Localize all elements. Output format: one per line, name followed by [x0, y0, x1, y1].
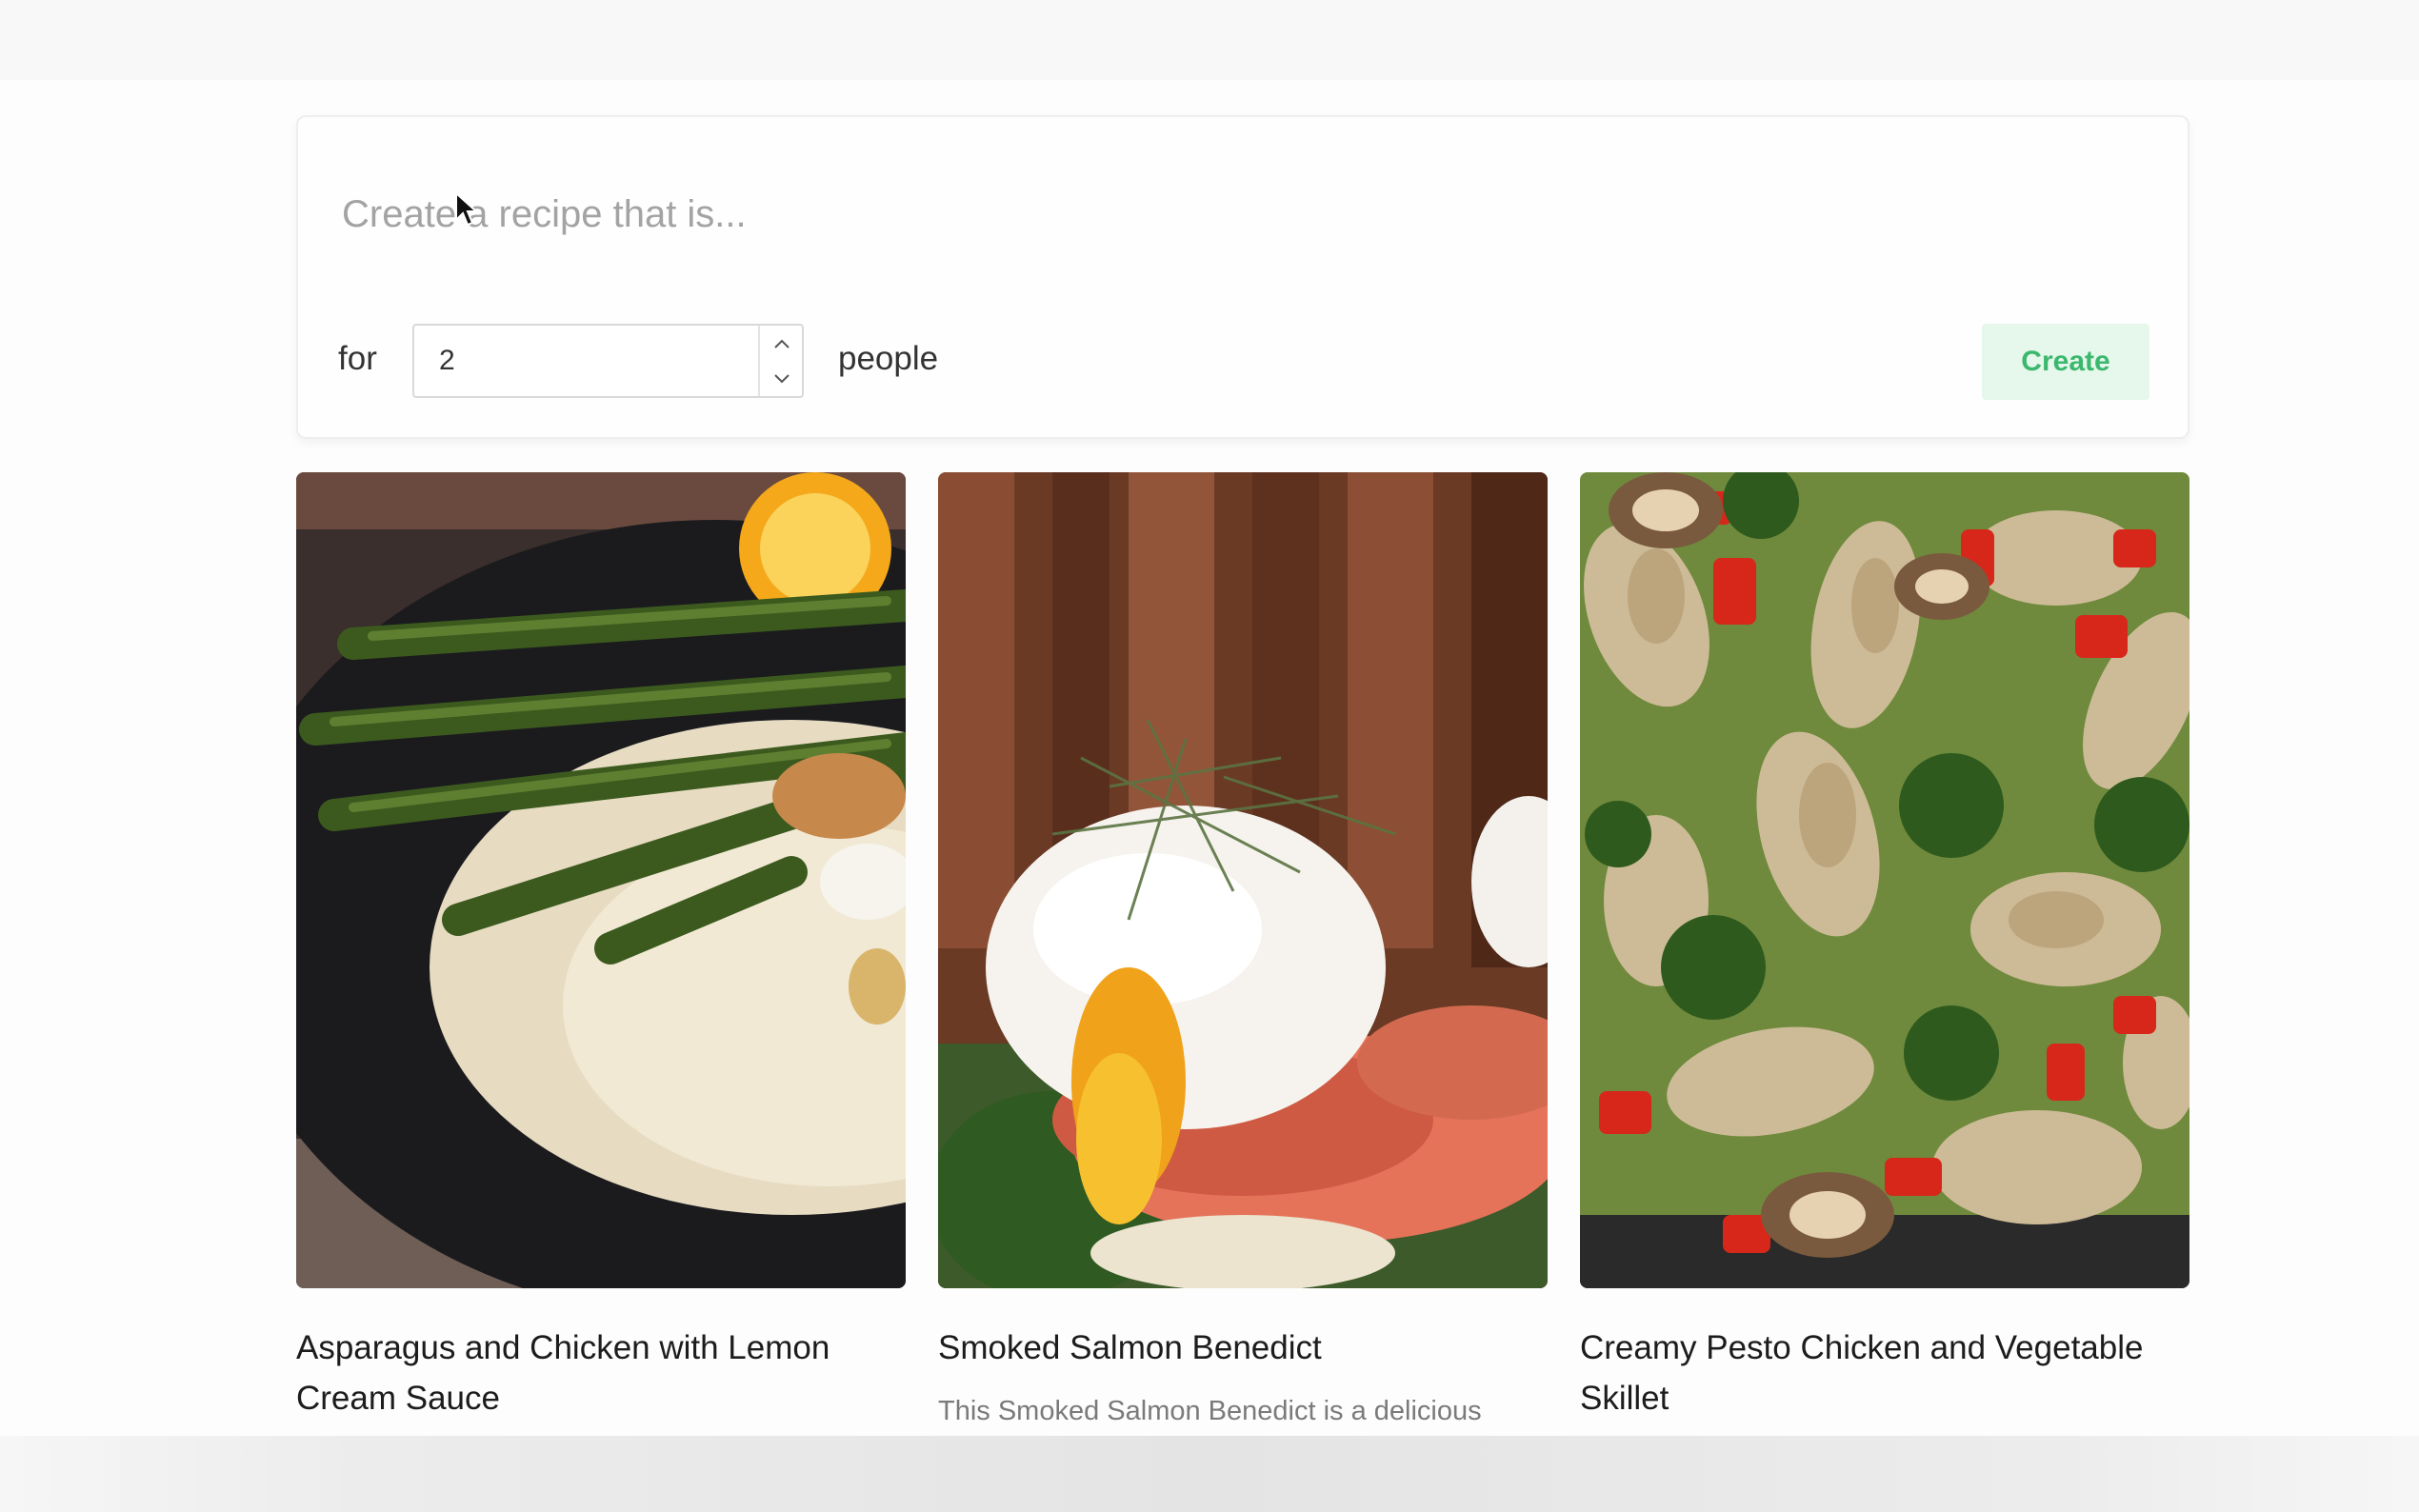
recipe-image-asparagus[interactable]	[296, 472, 906, 1288]
recipe-title[interactable]: Smoked Salmon Benedict	[938, 1323, 1548, 1373]
for-label: for	[338, 340, 377, 377]
top-bar	[0, 0, 2419, 80]
servings-value[interactable]: 2	[439, 345, 455, 377]
recipe-creator-panel: for 2 people Create	[296, 115, 2189, 439]
recipe-title[interactable]: Asparagus and Chicken with Lemon Cream S…	[296, 1323, 906, 1423]
create-button[interactable]: Create	[1982, 324, 2149, 400]
recipe-prompt-input[interactable]	[342, 186, 2113, 243]
recipe-image-pesto-chicken[interactable]	[1580, 472, 2189, 1288]
recipe-description: This Smoked Salmon Benedict is a delicio…	[938, 1396, 1482, 1426]
recipe-image-salmon-benedict[interactable]	[938, 472, 1548, 1288]
recipe-title[interactable]: Creamy Pesto Chicken and Vegetable Skill…	[1580, 1323, 2189, 1423]
chevron-down-icon[interactable]	[760, 361, 804, 396]
servings-stepper[interactable]: 2	[412, 324, 804, 398]
mouse-pointer-icon	[455, 191, 477, 227]
chevron-up-icon[interactable]	[760, 326, 804, 361]
bottom-fade	[0, 1436, 2419, 1512]
spin-buttons	[758, 326, 804, 396]
people-label: people	[838, 340, 939, 377]
